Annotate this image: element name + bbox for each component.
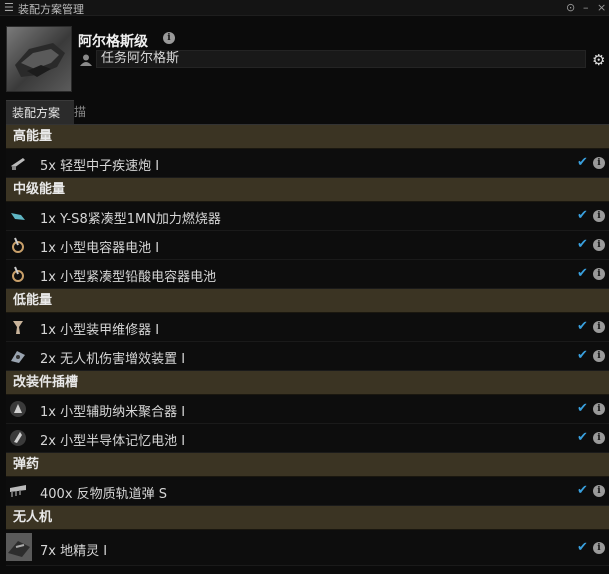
module-row[interactable]: 5x 轻型中子疾速炮 I ✔ i [6,149,609,178]
section-mid-slots[interactable]: 中级能量 [6,178,609,202]
check-icon: ✔ [577,266,588,281]
close-icon[interactable]: × [597,1,606,14]
module-row[interactable]: 1x 小型电容器电池 I ✔ i [6,231,609,260]
capacitor-icon [12,266,24,282]
turret-icon [11,158,25,170]
info-icon[interactable]: i [593,403,605,415]
ship-thumbnail[interactable] [6,26,72,92]
section-charges[interactable]: 弹药 [6,453,609,477]
module-label: 1x 小型电容器电池 I [40,241,160,256]
tab-fitting[interactable]: 装配方案 [6,100,74,125]
gear-icon[interactable]: ⚙ [592,51,605,69]
drone-icon [6,533,32,561]
ammo-icon [10,485,26,497]
check-icon: ✔ [577,540,588,555]
check-icon: ✔ [577,155,588,170]
info-icon[interactable]: i [593,432,605,444]
check-icon: ✔ [577,237,588,252]
check-icon: ✔ [577,208,588,223]
module-row[interactable]: 2x 无人机伤害增效装置 I ✔ i [6,342,609,371]
check-icon: ✔ [577,319,588,334]
module-label: 5x 轻型中子疾速炮 I [40,159,160,174]
info-icon[interactable]: i [593,485,605,497]
hamburger-icon[interactable]: ☰ [4,1,14,14]
module-label: 1x 小型装甲维修器 I [40,323,160,338]
afterburner-icon [11,213,25,220]
module-label: 1x 小型紧凑型铅酸电容器电池 [40,270,217,285]
info-icon[interactable]: i [593,321,605,333]
info-icon[interactable]: i [593,350,605,362]
drone-damage-icon [11,351,25,363]
module-label: 400x 反物质轨道弹 S [40,487,168,502]
module-row[interactable]: 1x 小型辅助纳米聚合器 I ✔ i [6,395,609,424]
ship-name: 阿尔格斯级 [78,34,148,50]
fitting-header: 阿尔格斯级 i 任务阿尔格斯 ⚙ [0,17,609,93]
fitting-module-list: 高能量 5x 轻型中子疾速炮 I ✔ i 中级能量 1x Y-S8紧凑型1MN加… [6,125,609,566]
info-icon[interactable]: i [593,210,605,222]
module-label: 1x Y-S8紧凑型1MN加力燃烧器 [40,212,221,227]
module-row[interactable]: 7x 地精灵 I ✔ i [6,530,609,566]
info-icon[interactable]: i [163,32,175,44]
info-icon[interactable]: i [593,268,605,280]
module-row[interactable]: 2x 小型半导体记忆电池 I ✔ i [6,424,609,453]
info-icon[interactable]: i [593,239,605,251]
check-icon: ✔ [577,430,588,445]
check-icon: ✔ [577,401,588,416]
module-label: 1x 小型辅助纳米聚合器 I [40,405,186,420]
window-title: 装配方案管理 [18,3,84,16]
section-rig-slots[interactable]: 改装件插槽 [6,371,609,395]
check-icon: ✔ [577,483,588,498]
module-row[interactable]: 400x 反物质轨道弹 S ✔ i [6,477,609,506]
module-label: 2x 小型半导体记忆电池 I [40,434,186,449]
module-row[interactable]: 1x 小型紧凑型铅酸电容器电池 ✔ i [6,260,609,289]
capacitor-icon [12,237,24,253]
module-label: 2x 无人机伤害增效装置 I [40,352,186,367]
window-titlebar: ☰ 装配方案管理 ⊙ – × [0,0,609,16]
module-row[interactable]: 1x 小型装甲维修器 I ✔ i [6,313,609,342]
armor-repairer-icon [13,321,23,334]
module-label: 7x 地精灵 I [40,544,108,559]
info-icon[interactable]: i [593,157,605,169]
check-icon: ✔ [577,348,588,363]
info-icon[interactable]: i [593,542,605,554]
info-circle-icon[interactable]: ⊙ [566,1,575,14]
tab-description[interactable]: 描述 [68,100,92,143]
section-low-slots[interactable]: 低能量 [6,289,609,313]
pilot-icon [80,54,92,66]
rig-icon [10,430,26,446]
section-drones[interactable]: 无人机 [6,506,609,530]
rig-icon [10,401,26,417]
minimize-icon[interactable]: – [583,1,589,14]
fitting-name-field[interactable]: 任务阿尔格斯 [96,50,586,68]
section-high-slots[interactable]: 高能量 [6,125,609,149]
module-row[interactable]: 1x Y-S8紧凑型1MN加力燃烧器 ✔ i [6,202,609,231]
